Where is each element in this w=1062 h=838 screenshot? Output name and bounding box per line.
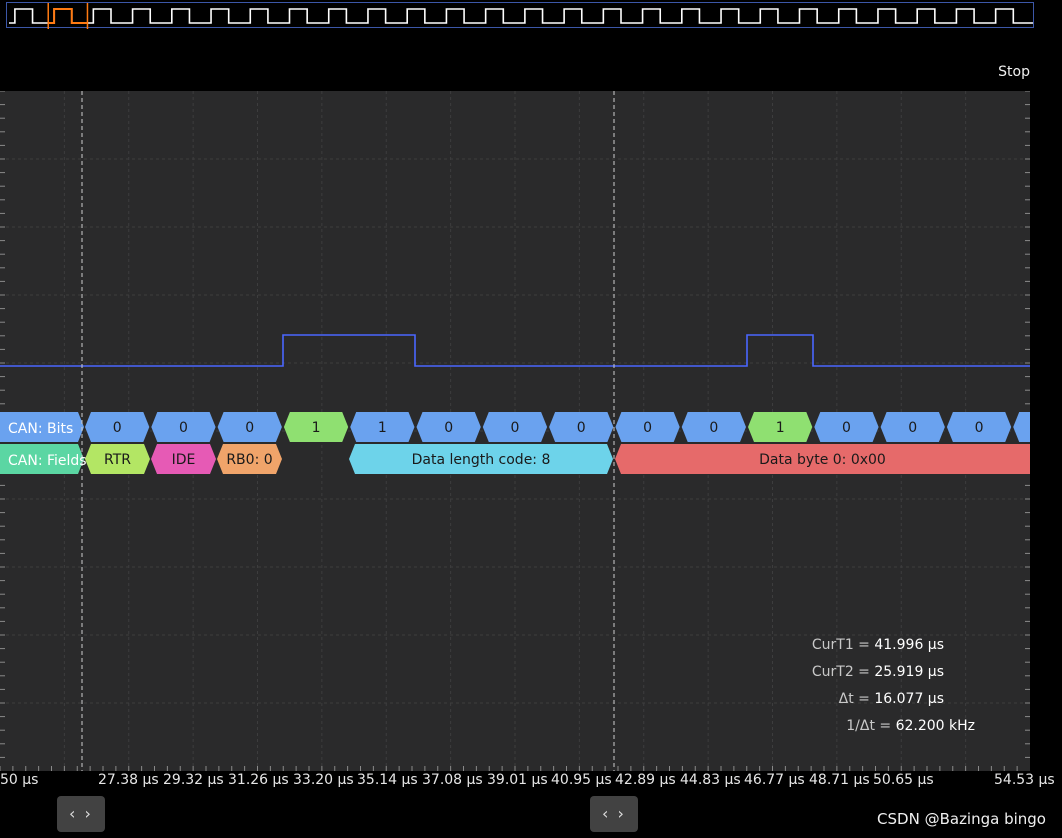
cursor-t1-value: 41.996 µs xyxy=(874,637,944,653)
bit-value: 0 xyxy=(179,420,188,436)
bit-value: 0 xyxy=(643,420,652,436)
time-tick: 40.95 µs xyxy=(551,772,612,788)
cursor-t2-readout: CurT2 = 25.919 µs xyxy=(812,664,944,680)
bit-value: 0 xyxy=(842,420,851,436)
time-tick: 31.26 µs xyxy=(228,772,289,788)
time-tick: 46.77 µs xyxy=(744,772,805,788)
left-right-arrows-icon: ‹ › xyxy=(69,804,93,823)
time-tick: 39.01 µs xyxy=(487,772,548,788)
inverse-delta-t-value: 62.200 kHz xyxy=(895,718,975,734)
overview-viewport-highlight xyxy=(48,8,88,24)
cursor-t1-key: CurT1 = xyxy=(811,637,870,653)
overview-strip[interactable] xyxy=(6,2,1034,29)
delta-t-key: Δt = xyxy=(838,691,870,707)
cursor1-nav-button[interactable]: ‹ › xyxy=(57,796,105,832)
bit-value: 1 xyxy=(312,420,321,436)
time-tick: 29.32 µs xyxy=(163,772,224,788)
cursor2-nav-button[interactable]: ‹ › xyxy=(590,796,638,832)
overview-waveform xyxy=(9,3,1033,29)
bit-packet[interactable] xyxy=(1013,412,1030,442)
bit-value: 1 xyxy=(378,420,387,436)
scope-grid[interactable]: 000110000010000RTRIDERB0: 0Data length c… xyxy=(0,91,1030,771)
bit-value: 0 xyxy=(113,420,122,436)
watermark: CSDN @Bazinga bingo xyxy=(877,810,1046,828)
bit-value: 0 xyxy=(709,420,718,436)
bit-value: 0 xyxy=(444,420,453,436)
time-tick: 33.20 µs xyxy=(293,772,354,788)
bit-value: 0 xyxy=(908,420,917,436)
channel-label-fields: CAN: Fields xyxy=(8,453,87,469)
time-tick: 27.38 µs xyxy=(98,772,159,788)
bit-value: 0 xyxy=(577,420,586,436)
channel-label-bits: CAN: Bits xyxy=(8,421,74,437)
field-label: RTR xyxy=(104,452,131,468)
time-tick: 54.53 µs xyxy=(994,772,1055,788)
delta-t-value: 16.077 µs xyxy=(874,691,944,707)
inverse-delta-t-readout: 1/Δt = 62.200 kHz xyxy=(846,718,975,734)
left-right-arrows-icon: ‹ › xyxy=(602,804,626,823)
time-tick: 50 µs xyxy=(0,772,39,788)
cursor-t2-value: 25.919 µs xyxy=(874,664,944,680)
cursor-t1-readout: CurT1 = 41.996 µs xyxy=(812,637,944,653)
acquisition-status[interactable]: Stop xyxy=(998,64,1030,80)
bit-value: 0 xyxy=(975,420,984,436)
bit-value: 0 xyxy=(510,420,519,436)
cursor-t2-key: CurT2 = xyxy=(811,664,870,680)
time-tick: 37.08 µs xyxy=(422,772,483,788)
time-tick: 35.14 µs xyxy=(357,772,418,788)
time-tick: 44.83 µs xyxy=(680,772,741,788)
time-tick: 48.71 µs xyxy=(809,772,870,788)
time-axis: 50 µs 27.38 µs 29.32 µs 31.26 µs 33.20 µ… xyxy=(0,772,1062,794)
field-label: Data byte 0: 0x00 xyxy=(759,452,886,468)
bit-value: 1 xyxy=(776,420,785,436)
field-label: RB0: 0 xyxy=(226,452,272,468)
time-tick: 50.65 µs xyxy=(873,772,934,788)
bit-value: 0 xyxy=(245,420,254,436)
inverse-delta-t-key: 1/Δt = xyxy=(846,718,892,734)
field-label: IDE xyxy=(172,452,196,468)
time-tick: 42.89 µs xyxy=(615,772,676,788)
delta-t-readout: Δt = 16.077 µs xyxy=(839,691,944,707)
field-label: Data length code: 8 xyxy=(412,452,551,468)
overview-trace xyxy=(9,8,1033,24)
